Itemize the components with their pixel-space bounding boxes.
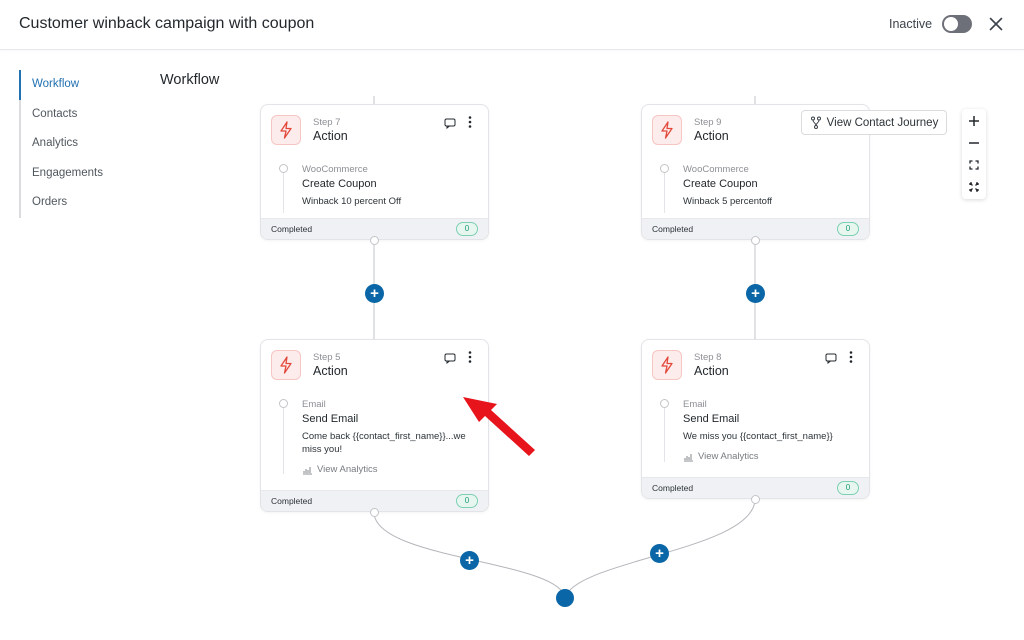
contact-count-badge[interactable]: 0: [456, 494, 478, 508]
journey-icon: [810, 116, 821, 129]
step-line: [664, 408, 665, 462]
action-icon: [271, 350, 301, 380]
view-analytics-link[interactable]: View Analytics: [683, 451, 759, 462]
comment-icon[interactable]: [444, 116, 456, 130]
action-icon: [271, 115, 301, 145]
step-type: Action: [313, 364, 348, 378]
step-number: Step 9: [694, 117, 722, 128]
step-name: Create Coupon: [302, 178, 377, 190]
more-options-icon[interactable]: [467, 115, 473, 129]
step-status: Completed: [271, 496, 313, 506]
step-dot: [279, 164, 288, 173]
step-number: Step 8: [694, 352, 722, 363]
comment-icon[interactable]: [444, 351, 456, 365]
zoom-in-icon: [969, 116, 979, 126]
analytics-icon: [684, 453, 693, 462]
step-status: Completed: [652, 483, 694, 493]
step-detail: We miss you {{contact_first_name}}: [683, 431, 833, 442]
step-dot: [660, 164, 669, 173]
step-line: [283, 173, 284, 213]
connector-port: [751, 236, 760, 245]
step-type: Action: [694, 364, 729, 378]
step-status: Completed: [271, 224, 313, 234]
fullscreen-icon: [969, 182, 979, 192]
comment-icon[interactable]: [825, 351, 837, 365]
action-icon: [652, 115, 682, 145]
fit-view-icon: [969, 160, 979, 170]
fullscreen-button[interactable]: [962, 176, 986, 198]
view-analytics-label: View Analytics: [698, 451, 759, 462]
contact-count-badge[interactable]: 0: [456, 222, 478, 236]
step-status: Completed: [652, 224, 694, 234]
connector-port: [370, 236, 379, 245]
zoom-controls: [962, 109, 986, 199]
step-detail: Come back {{contact_first_name}}...we mi…: [302, 431, 466, 455]
action-icon: [652, 350, 682, 380]
connector-port: [751, 495, 760, 504]
step-name: Send Email: [683, 413, 740, 425]
more-options-icon[interactable]: [467, 350, 473, 364]
analytics-icon: [303, 466, 312, 475]
step-card-8[interactable]: Step 8 Action Email Send Email We miss y…: [641, 339, 870, 499]
step-number: Step 5: [313, 352, 341, 363]
step-name: Send Email: [302, 413, 359, 425]
step-provider: Email: [683, 399, 707, 410]
view-analytics-link[interactable]: View Analytics: [302, 464, 378, 475]
step-line: [664, 173, 665, 213]
step-type: Action: [694, 129, 729, 143]
view-contact-journey-button[interactable]: View Contact Journey: [801, 110, 947, 135]
add-step-button[interactable]: +: [650, 544, 669, 563]
step-detail: Winback 10 percent Off: [302, 196, 402, 207]
step-line: [283, 408, 284, 474]
zoom-out-button[interactable]: [962, 132, 986, 154]
step-card-7[interactable]: Step 7 Action WooCommerce Create Coupon …: [260, 104, 489, 240]
add-step-button[interactable]: +: [365, 284, 384, 303]
contact-count-badge[interactable]: 0: [837, 481, 859, 495]
step-provider: WooCommerce: [302, 164, 368, 175]
step-dot: [279, 399, 288, 408]
add-step-button[interactable]: +: [460, 551, 479, 570]
view-analytics-label: View Analytics: [317, 464, 378, 475]
step-name: Create Coupon: [683, 178, 758, 190]
fit-view-button[interactable]: [962, 154, 986, 176]
contact-count-badge[interactable]: 0: [837, 222, 859, 236]
step-detail: Winback 5 percentoff: [683, 196, 773, 207]
view-contact-journey-label: View Contact Journey: [826, 116, 939, 129]
zoom-out-icon: [969, 142, 979, 144]
step-provider: Email: [302, 399, 326, 410]
step-provider: WooCommerce: [683, 164, 749, 175]
step-type: Action: [313, 129, 348, 143]
step-number: Step 7: [313, 117, 341, 128]
annotation-arrow: [463, 397, 535, 456]
connector-port: [370, 508, 379, 517]
step-dot: [660, 399, 669, 408]
more-options-icon[interactable]: [848, 350, 854, 364]
workflow-connectors: [373, 96, 756, 607]
add-step-button[interactable]: +: [746, 284, 765, 303]
zoom-in-button[interactable]: [962, 110, 986, 132]
step-card-5[interactable]: Step 5 Action Email Send Email Come back…: [260, 339, 489, 512]
